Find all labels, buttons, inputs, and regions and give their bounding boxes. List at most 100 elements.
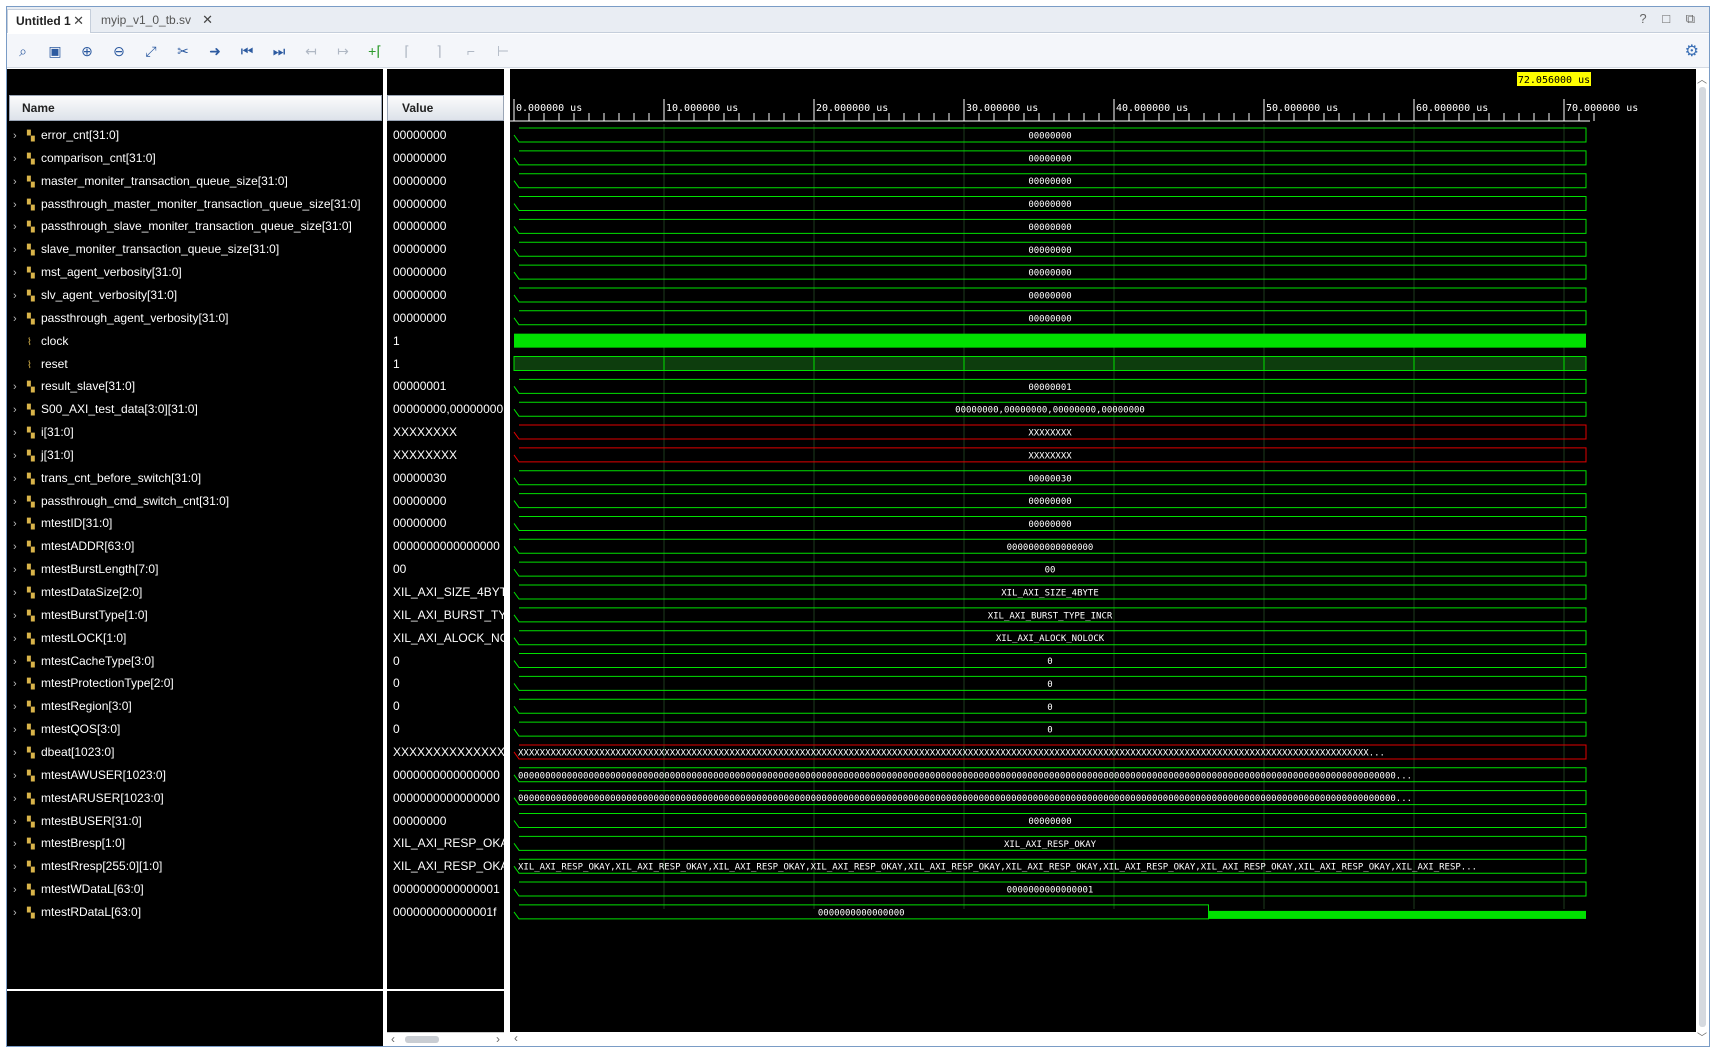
signal-row[interactable]: › ▚ mtestRDataL[63:0] xyxy=(13,901,383,923)
signal-row[interactable]: › ▚ mtestWDataL[63:0] xyxy=(13,878,383,900)
expand-chevron-icon[interactable]: › xyxy=(13,719,27,740)
expand-chevron-icon[interactable]: › xyxy=(13,788,27,809)
expand-chevron-icon[interactable]: › xyxy=(13,902,27,923)
swap-cursors-icon[interactable]: ⌐ xyxy=(461,41,481,61)
signal-row[interactable]: › ▚ trans_cnt_before_switch[31:0] xyxy=(13,467,383,489)
signal-row[interactable]: › ▚ slv_agent_verbosity[31:0] xyxy=(13,284,383,306)
wave-horizontal-scrollbar[interactable]: ‹ xyxy=(510,1031,1696,1046)
scroll-thumb[interactable] xyxy=(405,1036,439,1043)
signal-row[interactable]: › ▚ mtestRegion[3:0] xyxy=(13,695,383,717)
signal-row[interactable]: › ▚ j[31:0] xyxy=(13,444,383,466)
expand-chevron-icon[interactable]: › xyxy=(13,491,27,512)
expand-chevron-icon[interactable]: › xyxy=(13,559,27,580)
zoom-in-icon[interactable]: ⊕ xyxy=(77,41,97,61)
signal-row[interactable]: › ▚ mtestADDR[63:0] xyxy=(13,535,383,557)
expand-chevron-icon[interactable]: › xyxy=(13,399,27,420)
expand-chevron-icon[interactable]: › xyxy=(13,696,27,717)
go-to-time-zero-icon[interactable]: ⏮ xyxy=(237,41,257,61)
go-to-last-time-icon[interactable]: ⏭ xyxy=(269,41,289,61)
expand-chevron-icon[interactable]: › xyxy=(13,811,27,832)
expand-chevron-icon[interactable]: › xyxy=(13,308,27,329)
expand-chevron-icon[interactable]: › xyxy=(13,422,27,443)
signal-row[interactable]: › ▚ mtestBUSER[31:0] xyxy=(13,810,383,832)
previous-transition-icon[interactable]: ↤ xyxy=(301,41,321,61)
signal-row[interactable]: › ▚ mst_agent_verbosity[31:0] xyxy=(13,261,383,283)
expand-chevron-icon[interactable]: › xyxy=(13,536,27,557)
close-icon[interactable]: ✕ xyxy=(73,10,84,32)
name-column-header[interactable]: Name xyxy=(9,95,382,121)
expand-chevron-icon[interactable]: › xyxy=(13,445,27,466)
value-column-header[interactable]: Value xyxy=(387,95,504,121)
signal-row[interactable]: › ▚ mtestCacheType[3:0] xyxy=(13,650,383,672)
signal-row[interactable]: › ▚ i[31:0] xyxy=(13,421,383,443)
scroll-down-icon[interactable]: ﹀ xyxy=(1697,1029,1707,1044)
expand-chevron-icon[interactable]: › xyxy=(13,605,27,626)
signal-row[interactable]: › ▚ passthrough_cmd_switch_cnt[31:0] xyxy=(13,490,383,512)
expand-chevron-icon[interactable]: › xyxy=(13,125,27,146)
scroll-up-icon[interactable]: ︿ xyxy=(1697,71,1707,86)
signal-row[interactable]: › ▚ passthrough_slave_moniter_transaction_… xyxy=(13,215,383,237)
zoom-out-icon[interactable]: ⊖ xyxy=(109,41,129,61)
tab-untitled-1[interactable]: Untitled 1 ✕ xyxy=(7,9,91,33)
expand-chevron-icon[interactable]: › xyxy=(13,765,27,786)
expand-chevron-icon[interactable]: › xyxy=(13,239,27,260)
signal-row[interactable]: › ▚ comparison_cnt[31:0] xyxy=(13,147,383,169)
add-marker-icon[interactable]: +⌈ xyxy=(365,41,385,61)
scroll-right-icon[interactable]: › xyxy=(496,1032,500,1046)
expand-chevron-icon[interactable]: › xyxy=(13,262,27,283)
expand-chevron-icon[interactable]: › xyxy=(13,216,27,237)
next-marker-icon[interactable]: ⌉ xyxy=(429,41,449,61)
expand-chevron-icon[interactable]: › xyxy=(13,194,27,215)
signal-row[interactable]: › ▚ mtestARUSER[1023:0] xyxy=(13,787,383,809)
expand-chevron-icon[interactable]: › xyxy=(13,285,27,306)
value-horizontal-scrollbar[interactable]: ‹ › xyxy=(387,1032,504,1046)
close-icon[interactable]: ✕ xyxy=(202,9,213,31)
signal-row[interactable]: › ▚ S00_AXI_test_data[3:0][31:0] xyxy=(13,398,383,420)
signal-row[interactable]: ⌇ reset xyxy=(13,353,383,375)
signal-row[interactable]: › ▚ mtestQOS[3:0] xyxy=(13,718,383,740)
expand-chevron-icon[interactable]: › xyxy=(13,171,27,192)
scroll-left-icon[interactable]: ‹ xyxy=(391,1032,395,1046)
signal-row[interactable]: › ▚ mtestBurstType[1:0] xyxy=(13,604,383,626)
expand-chevron-icon[interactable]: › xyxy=(13,651,27,672)
expand-chevron-icon[interactable]: › xyxy=(13,879,27,900)
save-icon[interactable]: ▣ xyxy=(45,41,65,61)
scroll-thumb[interactable] xyxy=(1699,87,1706,1027)
expand-chevron-icon[interactable]: › xyxy=(13,468,27,489)
snap-icon[interactable]: ⊢ xyxy=(493,41,513,61)
expand-chevron-icon[interactable]: › xyxy=(13,833,27,854)
gear-icon[interactable]: ⚙ xyxy=(1685,41,1699,61)
signal-row[interactable]: › ▚ result_slave[31:0] xyxy=(13,375,383,397)
expand-chevron-icon[interactable]: › xyxy=(13,513,27,534)
expand-chevron-icon[interactable]: › xyxy=(13,742,27,763)
signal-row[interactable]: › ▚ master_moniter_transaction_queue_size[… xyxy=(13,170,383,192)
signal-row[interactable]: › ▚ mtestProtectionType[2:0] xyxy=(13,672,383,694)
scroll-left-icon[interactable]: ‹ xyxy=(514,1031,518,1045)
expand-chevron-icon[interactable]: › xyxy=(13,628,27,649)
signal-row[interactable]: › ▚ passthrough_agent_verbosity[31:0] xyxy=(13,307,383,329)
signal-row[interactable]: › ▚ mtestBresp[1:0] xyxy=(13,832,383,854)
signal-row[interactable]: › ▚ mtestLOCK[1:0] xyxy=(13,627,383,649)
cursor-icon[interactable]: ✂ xyxy=(173,41,193,61)
signal-row[interactable]: › ▚ mtestBurstLength[7:0] xyxy=(13,558,383,580)
expand-chevron-icon[interactable]: › xyxy=(13,673,27,694)
search-icon[interactable]: ⌕ xyxy=(13,41,33,61)
expand-chevron-icon[interactable]: › xyxy=(13,856,27,877)
signal-row[interactable]: › ▚ passthrough_master_moniter_transaction… xyxy=(13,193,383,215)
window-controls[interactable]: ? □ ⧉ xyxy=(1639,11,1701,27)
signal-row[interactable]: › ▚ mtestID[31:0] xyxy=(13,512,383,534)
go-to-cursor-icon[interactable]: ➜ xyxy=(205,41,225,61)
vertical-scrollbar[interactable]: ︿ ﹀ xyxy=(1696,69,1709,1046)
column-splitter[interactable] xyxy=(383,69,387,1046)
signal-row[interactable]: › ▚ dbeat[1023:0] xyxy=(13,741,383,763)
signal-row[interactable]: › ▚ mtestAWUSER[1023:0] xyxy=(13,764,383,786)
signal-row[interactable]: ⌇ clock xyxy=(13,330,383,352)
expand-chevron-icon[interactable]: › xyxy=(13,582,27,603)
previous-marker-icon[interactable]: ⌈ xyxy=(397,41,417,61)
tab-myip-tb[interactable]: myip_v1_0_tb.sv ✕ xyxy=(93,9,219,33)
signal-row[interactable]: › ▚ mtestRresp[255:0][1:0] xyxy=(13,855,383,877)
signal-row[interactable]: › ▚ error_cnt[31:0] xyxy=(13,124,383,146)
zoom-fit-icon[interactable]: ⤢ xyxy=(141,41,161,61)
expand-chevron-icon[interactable]: › xyxy=(13,148,27,169)
expand-chevron-icon[interactable]: › xyxy=(13,376,27,397)
